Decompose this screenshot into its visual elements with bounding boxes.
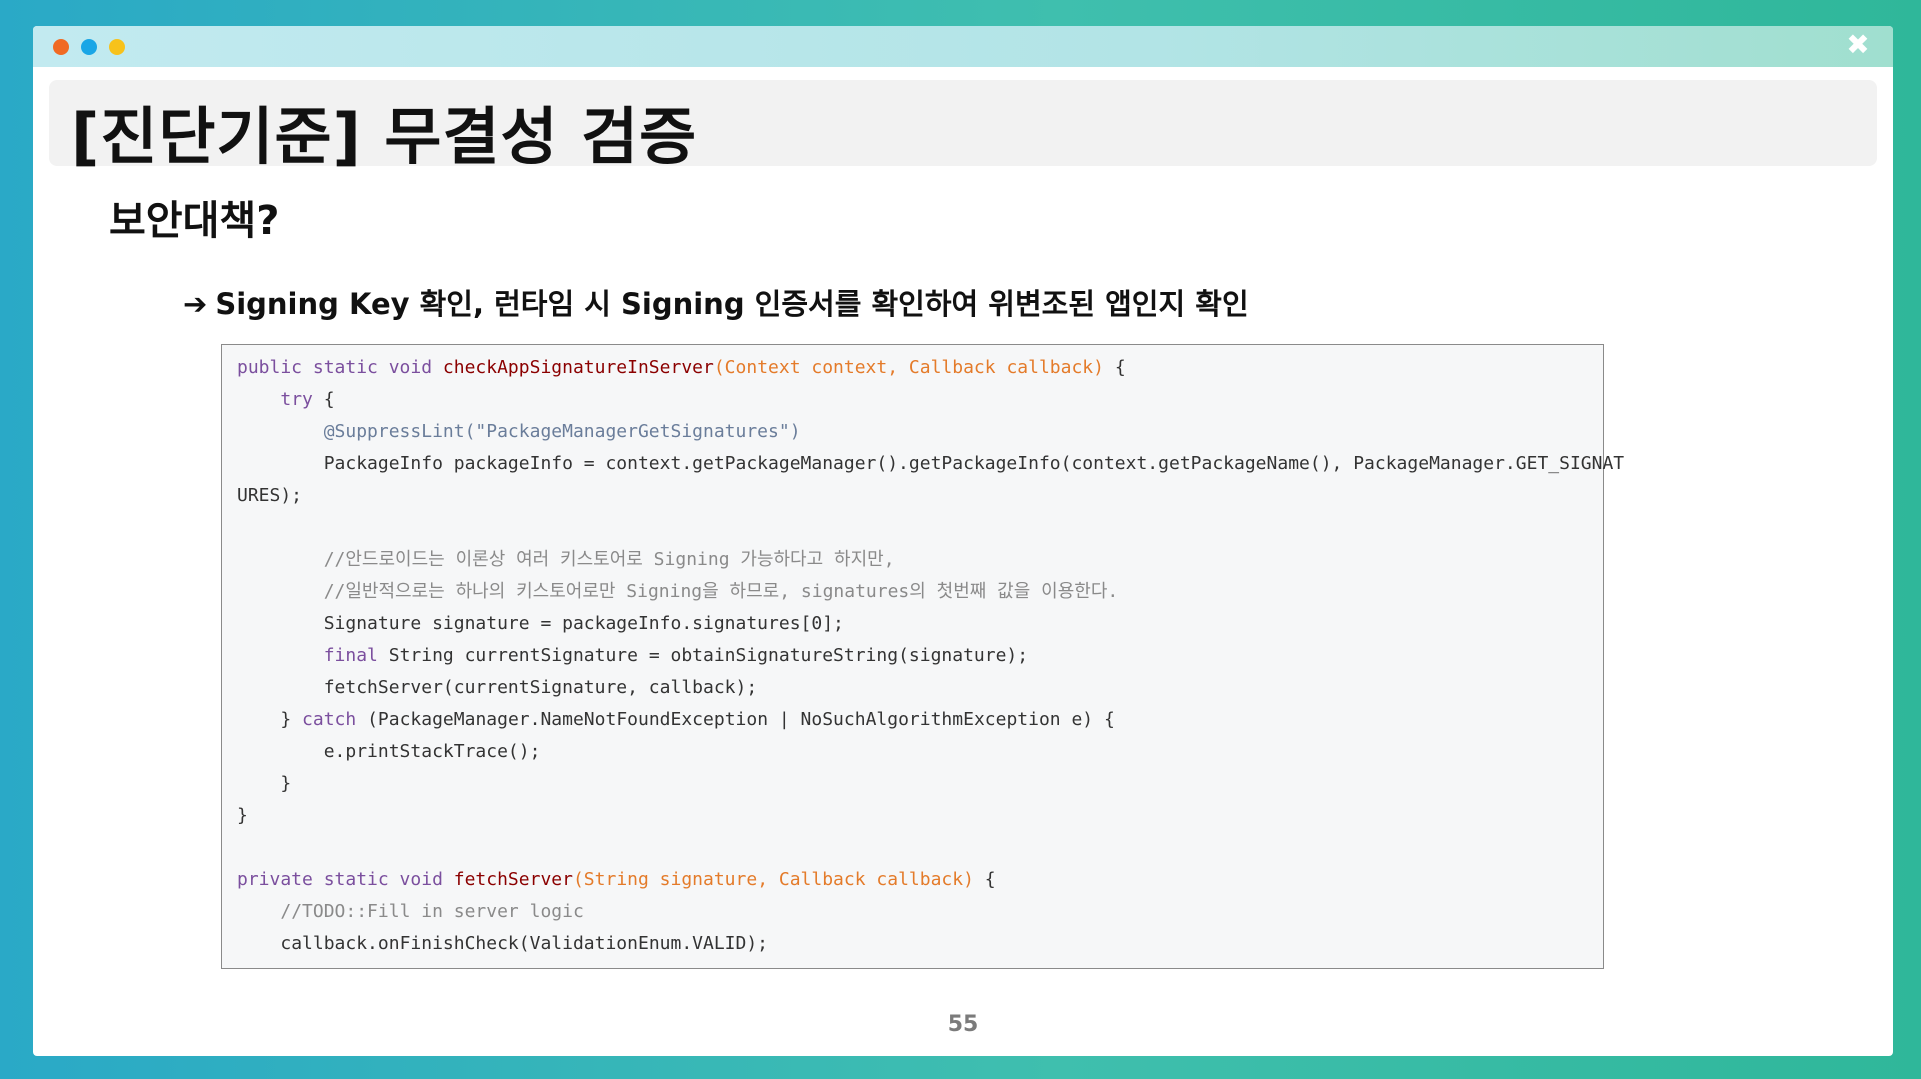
code-block: public static void checkAppSignatureInSe… bbox=[221, 344, 1624, 969]
page-number: 55 bbox=[947, 1012, 979, 1037]
bullet-point: ➔ Signing Key 확인, 런타임 시 Signing 인증서를 확인하여… bbox=[183, 281, 1249, 323]
code-line: fetchServer(currentSignature, callback); bbox=[237, 672, 1624, 704]
code-line: URES); bbox=[237, 480, 1624, 512]
slide-title: [진단기준] 무결성 검증 bbox=[71, 100, 698, 173]
close-icon[interactable]: ✖ bbox=[1843, 30, 1873, 60]
code-token: } bbox=[280, 709, 303, 730]
code-token: URES); bbox=[237, 485, 303, 506]
code-token: //TODO::Fill in server logic bbox=[280, 901, 584, 922]
code-line: e.printStackTrace(); bbox=[237, 736, 1624, 768]
code-token: { bbox=[973, 869, 996, 890]
code-listing: public static void checkAppSignatureInSe… bbox=[237, 352, 1624, 960]
code-token: Signature signature = packageInfo.signat… bbox=[323, 613, 844, 634]
code-line: try { bbox=[237, 384, 1624, 416]
code-token: checkAppSignatureInServer bbox=[442, 357, 714, 378]
code-line: callback.onFinishCheck(ValidationEnum.VA… bbox=[237, 928, 1624, 960]
code-token: callback.onFinishCheck(ValidationEnum.VA… bbox=[280, 933, 769, 954]
code-token: } bbox=[237, 805, 248, 826]
title-band: [진단기준] 무결성 검증 bbox=[49, 80, 1877, 173]
code-line: } catch (PackageManager.NameNotFoundExce… bbox=[237, 704, 1624, 736]
code-token: @SuppressLint("PackageManagerGetSignatur… bbox=[323, 421, 801, 442]
code-line: } bbox=[237, 768, 1624, 800]
code-token: fetchServer(currentSignature, callback); bbox=[323, 677, 758, 698]
code-token: //일반적으로는 하나의 키스토어로만 Signing을 하므로, signat… bbox=[323, 581, 1119, 602]
code-token: (PackageManager.NameNotFoundException | … bbox=[356, 709, 1115, 730]
bullet-text: Signing Key 확인, 런타임 시 Signing 인증서를 확인하여 … bbox=[215, 287, 1249, 321]
code-token: catch bbox=[302, 709, 357, 730]
code-line: //TODO::Fill in server logic bbox=[237, 896, 1624, 928]
code-token: //안드로이드는 이론상 여러 키스토어로 Signing 가능하다고 하지만, bbox=[323, 549, 895, 570]
window-titlebar: ✖ bbox=[33, 26, 1893, 67]
slide-subtitle: 보안대책? bbox=[109, 198, 280, 244]
code-token: e.printStackTrace(); bbox=[323, 741, 541, 762]
window-dot-blue-icon[interactable] bbox=[81, 39, 97, 55]
code-token: (String signature, Callback callback) bbox=[572, 869, 974, 890]
code-line: //안드로이드는 이론상 여러 키스토어로 Signing 가능하다고 하지만, bbox=[237, 544, 1624, 576]
code-line: } bbox=[237, 800, 1624, 832]
code-line: final String currentSignature = obtainSi… bbox=[237, 640, 1624, 672]
arrow-right-icon: ➔ bbox=[183, 287, 208, 321]
window-dot-red-icon[interactable] bbox=[53, 39, 69, 55]
code-token: PackageInfo packageInfo = context.getPac… bbox=[323, 453, 1625, 474]
code-line: PackageInfo packageInfo = context.getPac… bbox=[237, 448, 1624, 480]
code-token: final bbox=[323, 645, 378, 666]
code-token: public static void bbox=[237, 357, 443, 378]
code-token: } bbox=[280, 773, 292, 794]
code-token: { bbox=[1103, 357, 1126, 378]
code-line: Signature signature = packageInfo.signat… bbox=[237, 608, 1624, 640]
code-line: @SuppressLint("PackageManagerGetSignatur… bbox=[237, 416, 1624, 448]
window-dot-yellow-icon[interactable] bbox=[109, 39, 125, 55]
code-line: private static void fetchServer(String s… bbox=[237, 864, 1624, 896]
code-token: (Context context, Callback callback) bbox=[713, 357, 1104, 378]
code-token: try bbox=[280, 389, 313, 410]
slide-window: ✖ [진단기준] 무결성 검증 보안대책? ➔ Signing Key 확인, 런… bbox=[33, 26, 1893, 1056]
code-token: String currentSignature = obtainSignatur… bbox=[377, 645, 1029, 666]
code-line: public static void checkAppSignatureInSe… bbox=[237, 352, 1624, 384]
code-line: //일반적으로는 하나의 키스토어로만 Signing을 하므로, signat… bbox=[237, 576, 1624, 608]
code-token: { bbox=[312, 389, 335, 410]
code-token: private static void bbox=[237, 869, 454, 890]
code-token: fetchServer bbox=[453, 869, 573, 890]
